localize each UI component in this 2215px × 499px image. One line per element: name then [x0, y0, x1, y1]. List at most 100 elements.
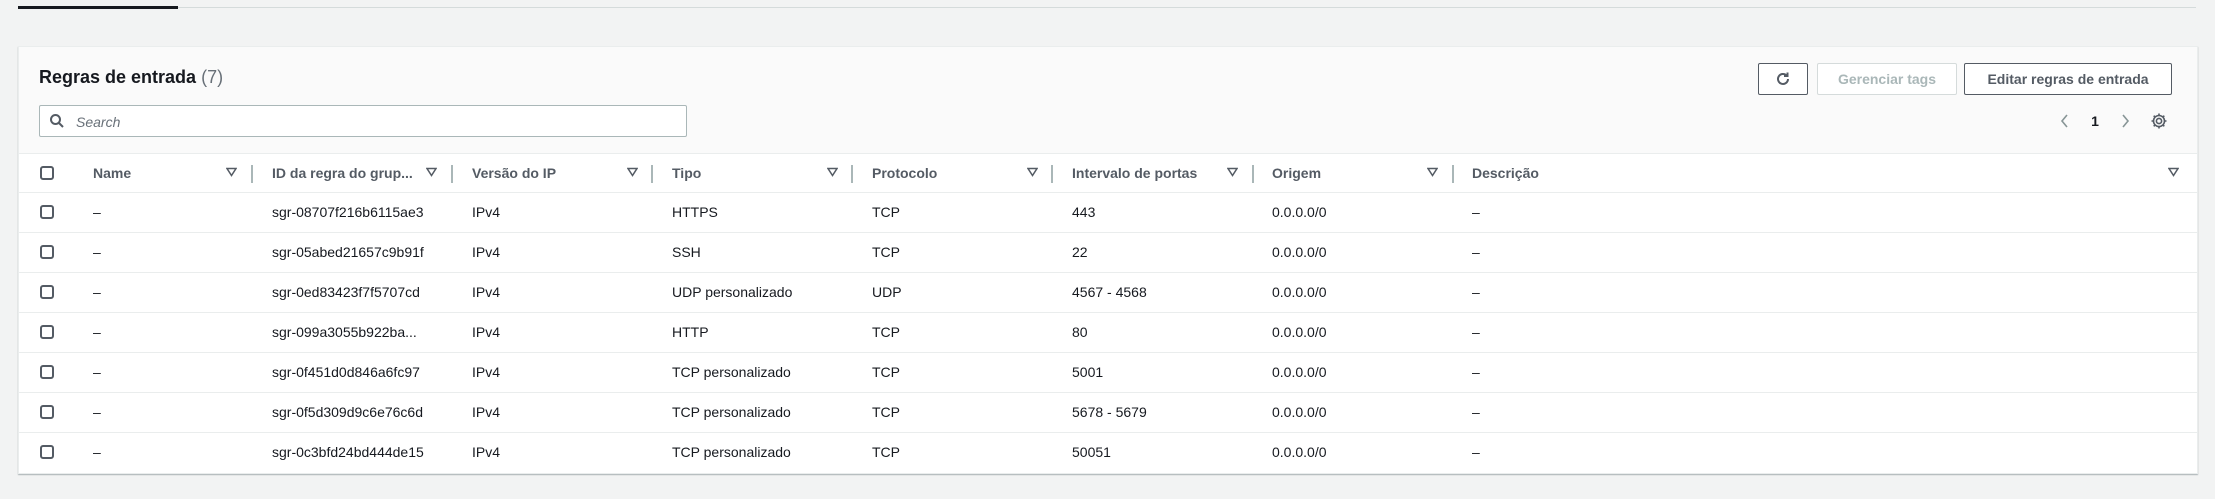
- refresh-button[interactable]: [1758, 63, 1808, 95]
- cell-name: –: [93, 244, 101, 260]
- cell-protocol: TCP: [872, 204, 900, 220]
- rule-count: (7): [201, 67, 224, 87]
- gear-icon: [2151, 113, 2167, 129]
- column-resizer[interactable]: [1452, 165, 1454, 183]
- cell-port-range: 80: [1072, 324, 1088, 340]
- column-header-description[interactable]: Descrição: [1472, 154, 1672, 192]
- column-resizer[interactable]: [251, 165, 253, 183]
- column-resizer[interactable]: [451, 165, 453, 183]
- active-tab-indicator: [18, 6, 178, 9]
- cell-source: 0.0.0.0/0: [1272, 284, 1327, 300]
- search-input[interactable]: [74, 110, 678, 134]
- cell-port-range: 22: [1072, 244, 1088, 260]
- cell-protocol: TCP: [872, 404, 900, 420]
- edit-inbound-rules-button[interactable]: Editar regras de entrada: [1964, 63, 2172, 95]
- table-row[interactable]: – sgr-08707f216b6115ae3 IPv4 HTTPS TCP 4…: [19, 192, 2197, 233]
- panel-title: Regras de entrada (7): [39, 67, 223, 88]
- chevron-left-icon: [2060, 114, 2068, 128]
- row-checkbox[interactable]: [40, 245, 54, 259]
- column-header-type[interactable]: Tipo: [672, 154, 822, 192]
- cell-ip-version: IPv4: [472, 244, 501, 260]
- cell-port-range: 5001: [1072, 364, 1104, 380]
- sort-caret-icon[interactable]: [226, 167, 237, 177]
- column-label: Origem: [1272, 165, 1322, 181]
- row-checkbox[interactable]: [40, 205, 54, 219]
- column-header-name[interactable]: Name: [93, 154, 213, 192]
- cell-description: –: [1472, 244, 1480, 260]
- cell-type: TCP personalizado: [672, 364, 791, 380]
- cell-port-range: 443: [1072, 204, 1096, 220]
- row-checkbox[interactable]: [40, 365, 54, 379]
- cell-type: HTTPS: [672, 204, 718, 220]
- table-row[interactable]: – sgr-0ed83423f7f5707cd IPv4 UDP persona…: [19, 272, 2197, 313]
- sort-caret-icon[interactable]: [1227, 167, 1238, 177]
- sort-caret-icon[interactable]: [1027, 167, 1038, 177]
- sort-caret-icon[interactable]: [1427, 167, 1438, 177]
- cell-description: –: [1472, 404, 1480, 420]
- cell-description: –: [1472, 444, 1480, 460]
- sort-caret-icon[interactable]: [2168, 167, 2179, 177]
- column-header-rule-id[interactable]: ID da regra do grup...: [272, 154, 422, 192]
- search-icon: [50, 114, 64, 128]
- cell-port-range: 50051: [1072, 444, 1111, 460]
- cell-type: HTTP: [672, 324, 709, 340]
- cell-rule-id: sgr-0ed83423f7f5707cd: [272, 284, 420, 300]
- row-checkbox[interactable]: [40, 285, 54, 299]
- cell-rule-id: sgr-05abed21657c9b91f: [272, 244, 424, 260]
- search-box[interactable]: [39, 105, 687, 137]
- sort-caret-icon[interactable]: [426, 167, 437, 177]
- chevron-right-icon: [2122, 114, 2130, 128]
- cell-type: TCP personalizado: [672, 404, 791, 420]
- column-label: Tipo: [672, 165, 702, 181]
- table-row[interactable]: – sgr-099a3055b922ba... IPv4 HTTP TCP 80…: [19, 312, 2197, 353]
- tab-strip: [18, 0, 2196, 9]
- manage-tags-button[interactable]: Gerenciar tags: [1817, 63, 1957, 95]
- cell-protocol: TCP: [872, 444, 900, 460]
- row-checkbox[interactable]: [40, 445, 54, 459]
- column-label: Descrição: [1472, 165, 1539, 181]
- cell-protocol: TCP: [872, 324, 900, 340]
- table-row[interactable]: – sgr-0f451d0d846a6fc97 IPv4 TCP persona…: [19, 352, 2197, 393]
- table-row[interactable]: – sgr-0f5d309d9c6e76c6d IPv4 TCP persona…: [19, 392, 2197, 433]
- next-page-button[interactable]: [2115, 109, 2135, 133]
- column-resizer[interactable]: [1051, 165, 1053, 183]
- column-header-port-range[interactable]: Intervalo de portas: [1072, 154, 1222, 192]
- cell-port-range: 5678 - 5679: [1072, 404, 1147, 420]
- cell-type: TCP personalizado: [672, 444, 791, 460]
- column-label: Versão do IP: [472, 165, 557, 181]
- cell-name: –: [93, 444, 101, 460]
- sort-caret-icon[interactable]: [627, 167, 638, 177]
- column-header-protocol[interactable]: Protocolo: [872, 154, 1022, 192]
- row-checkbox[interactable]: [40, 405, 54, 419]
- cell-name: –: [93, 324, 101, 340]
- cell-name: –: [93, 284, 101, 300]
- column-label: Intervalo de portas: [1072, 165, 1198, 181]
- column-header-ip-version[interactable]: Versão do IP: [472, 154, 622, 192]
- sort-caret-icon[interactable]: [827, 167, 838, 177]
- cell-ip-version: IPv4: [472, 204, 501, 220]
- column-resizer[interactable]: [851, 165, 853, 183]
- panel-header: Regras de entrada (7) Gerenciar tags Edi…: [19, 47, 2197, 153]
- table-header: Name ID da regra do grup... Versão do IP…: [19, 153, 2197, 193]
- table-row[interactable]: – sgr-05abed21657c9b91f IPv4 SSH TCP 22 …: [19, 232, 2197, 273]
- preferences-button[interactable]: [2147, 109, 2171, 133]
- cell-rule-id: sgr-099a3055b922ba...: [272, 324, 417, 340]
- cell-source: 0.0.0.0/0: [1272, 324, 1327, 340]
- select-all-checkbox[interactable]: [40, 166, 54, 180]
- cell-name: –: [93, 204, 101, 220]
- column-label: Name: [93, 165, 132, 181]
- cell-rule-id: sgr-08707f216b6115ae3: [272, 204, 424, 220]
- current-page[interactable]: 1: [2085, 109, 2105, 133]
- column-resizer[interactable]: [651, 165, 653, 183]
- cell-description: –: [1472, 204, 1480, 220]
- cell-name: –: [93, 404, 101, 420]
- column-header-source[interactable]: Origem: [1272, 154, 1422, 192]
- cell-protocol: UDP: [872, 284, 902, 300]
- cell-ip-version: IPv4: [472, 284, 501, 300]
- cell-ip-version: IPv4: [472, 324, 501, 340]
- column-resizer[interactable]: [1252, 165, 1254, 183]
- row-checkbox[interactable]: [40, 325, 54, 339]
- previous-page-button[interactable]: [2055, 109, 2075, 133]
- cell-rule-id: sgr-0c3bfd24bd444de15: [272, 444, 424, 460]
- table-row[interactable]: – sgr-0c3bfd24bd444de15 IPv4 TCP persona…: [19, 432, 2197, 472]
